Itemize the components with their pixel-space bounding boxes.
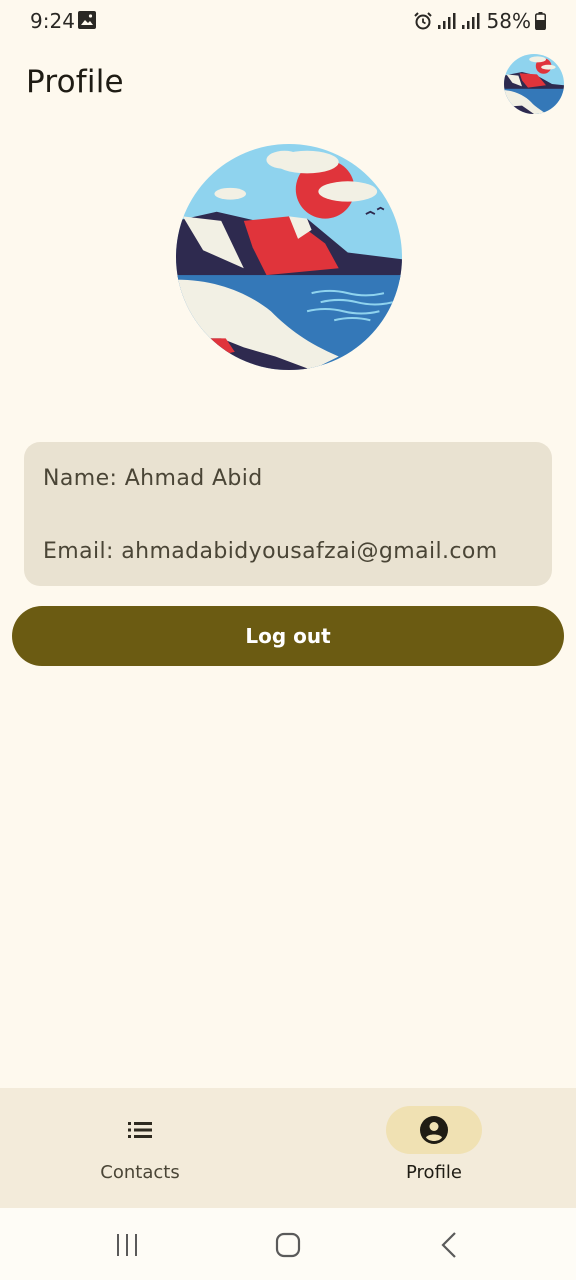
home-icon[interactable] xyxy=(272,1230,304,1260)
back-icon[interactable] xyxy=(434,1230,466,1260)
profile-email: Email: ahmadabidyousafzai@gmail.com xyxy=(43,539,498,564)
profile-picture xyxy=(176,144,402,370)
avatar[interactable] xyxy=(504,54,564,114)
landscape-avatar-image xyxy=(504,54,564,114)
alarm-icon xyxy=(413,12,432,30)
signal-icon xyxy=(461,13,480,29)
profile-name: Name: Ahmad Abid xyxy=(43,466,263,491)
logout-button[interactable]: Log out xyxy=(12,606,564,666)
landscape-profile-image xyxy=(176,144,402,370)
battery-icon xyxy=(535,12,546,30)
nav-item-profile[interactable]: Profile xyxy=(334,1088,534,1208)
battery-percent: 58% xyxy=(486,9,531,33)
status-time: 9:24 xyxy=(30,9,75,33)
image-icon xyxy=(78,11,96,29)
bottom-navigation: Contacts Profile xyxy=(0,1088,576,1208)
profile-screen: 9:24 58% Profile Name: Ahmad Abid Email:… xyxy=(0,0,576,1280)
profile-info-card: Name: Ahmad Abid Email: ahmadabidyousafz… xyxy=(24,442,552,586)
account-circle-icon xyxy=(420,1116,448,1144)
status-bar: 9:24 58% xyxy=(0,0,576,42)
page-title: Profile xyxy=(26,64,124,100)
list-icon xyxy=(128,1122,152,1138)
nav-item-contacts[interactable]: Contacts xyxy=(40,1088,240,1208)
recents-icon[interactable] xyxy=(111,1230,143,1260)
nav-label-profile: Profile xyxy=(406,1162,462,1183)
system-navigation-bar xyxy=(0,1208,576,1280)
status-icons: 58% xyxy=(413,9,546,33)
signal-icon xyxy=(437,13,456,29)
nav-label-contacts: Contacts xyxy=(100,1162,180,1183)
